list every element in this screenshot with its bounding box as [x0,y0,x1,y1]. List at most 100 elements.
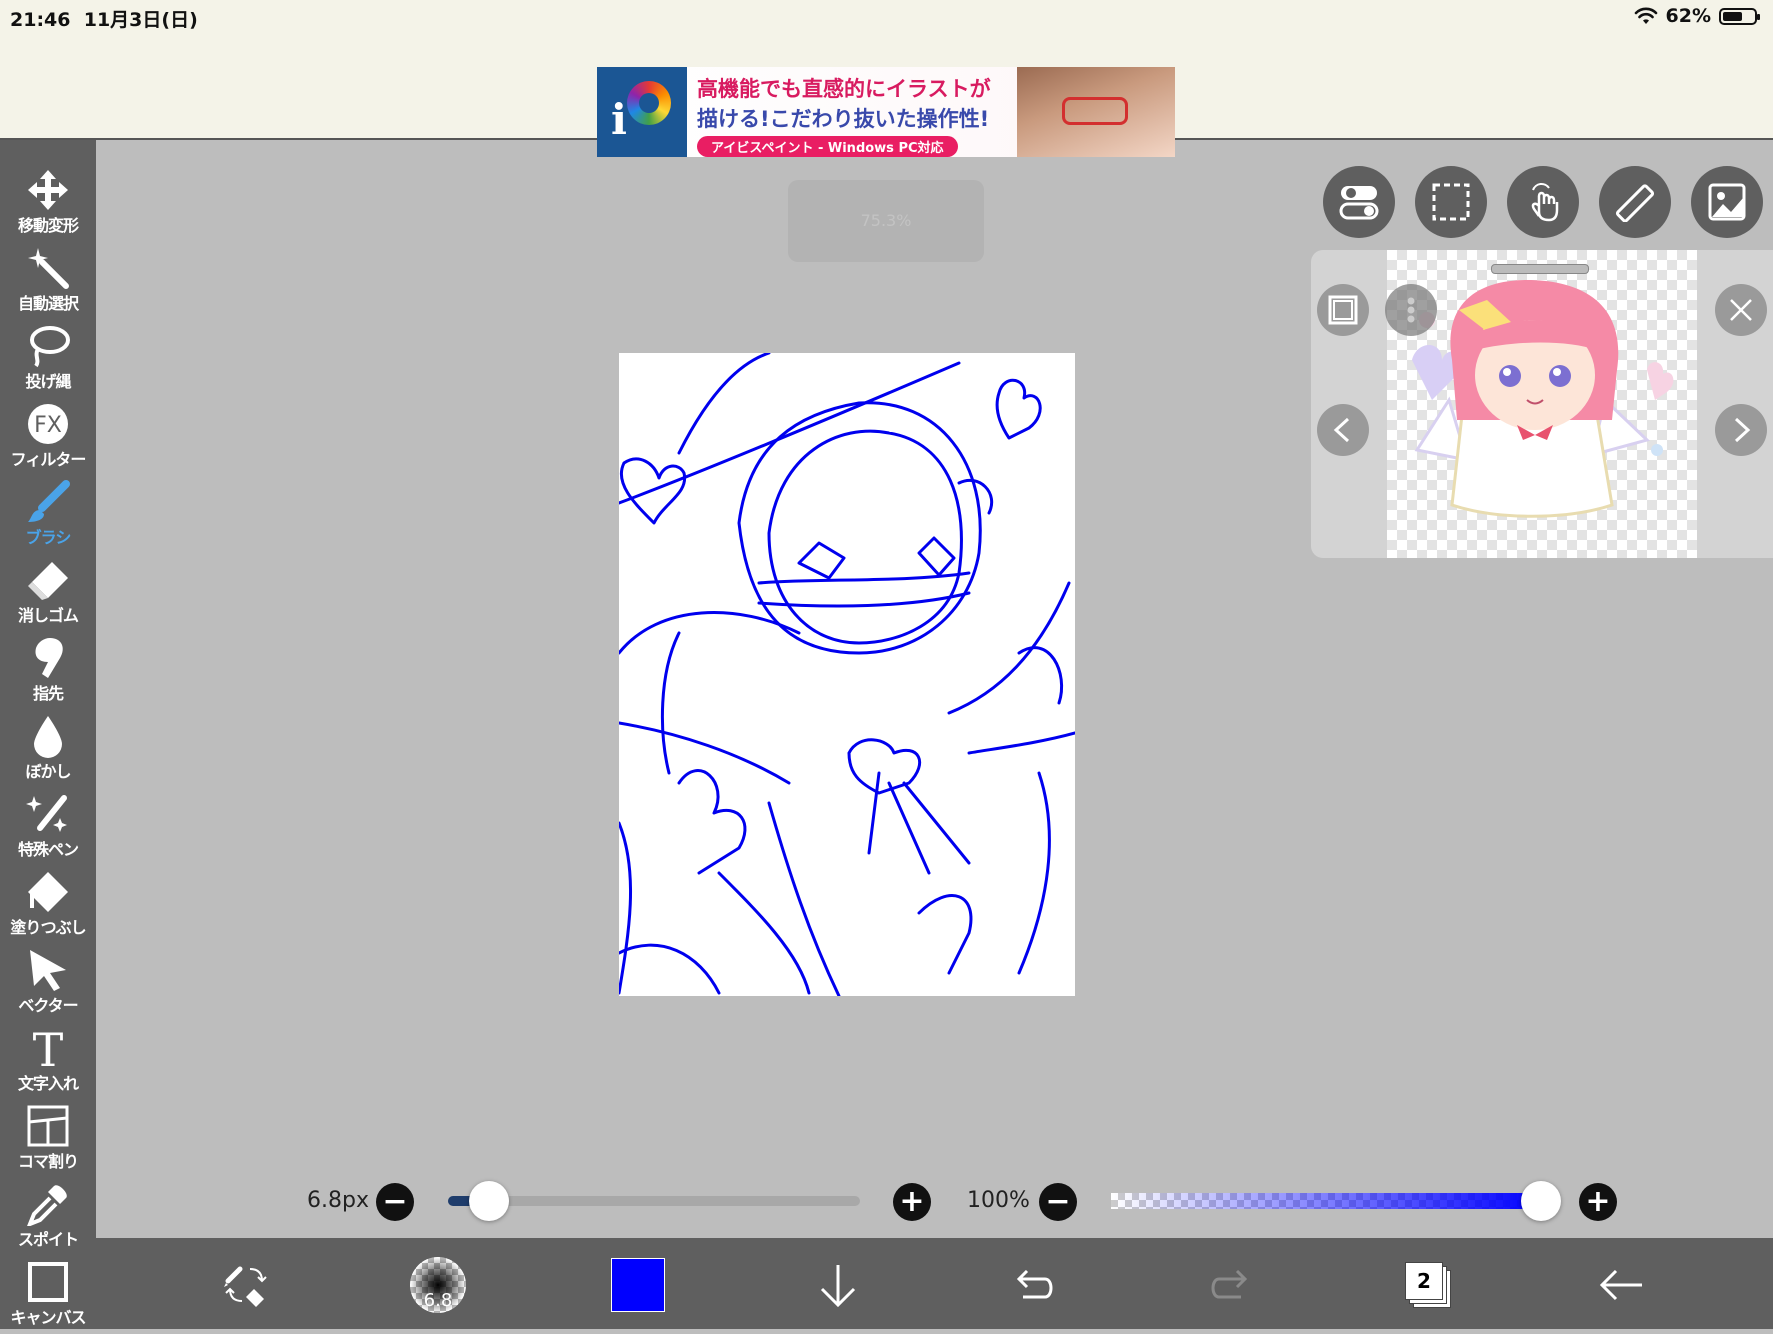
reference-image-icon [1708,183,1746,221]
minus-icon: − [382,1184,408,1219]
close-icon [1730,299,1752,321]
tool-magic-wand[interactable]: 自動選択 [0,242,96,320]
tool-lasso[interactable]: 投げ縄 [0,320,96,398]
ruler-icon [1615,184,1655,222]
lasso-icon [30,326,70,368]
magic-wand-icon [28,248,69,289]
ref-more-button[interactable] [1385,284,1437,336]
tool-text[interactable]: T 文字入れ [0,1022,96,1100]
tool-move[interactable]: 移動変形 [0,164,96,242]
ad-headline: 高機能でも直感的にイラストが [697,77,991,101]
canvas-icon [28,1262,68,1302]
drawing-canvas[interactable] [619,353,1075,996]
chevron-right-icon [1734,417,1751,443]
tool-switch-button[interactable] [216,1258,276,1312]
wifi-icon [1634,7,1657,24]
tool-fill[interactable]: 塗りつぶし [0,866,96,944]
sketch-drawing [619,353,1075,996]
tool-frame[interactable]: コマ割り [0,1100,96,1178]
zoom-indicator: 75.3% [788,180,984,262]
special-pen-icon [26,795,67,832]
text-t-icon: T [33,1026,64,1070]
undo-icon [1016,1269,1053,1299]
cursor-arrow-icon [30,950,66,991]
reference-window-button[interactable] [1691,166,1763,238]
ref-prev-button[interactable] [1317,404,1369,456]
layers-icon: 2 [1405,1262,1451,1308]
ad-banner[interactable]: i 高機能でも直感的にイラストが 描ける!こだわり抜いた操作性! アイビスペイン… [597,67,1175,157]
ref-next-button[interactable] [1715,404,1767,456]
smudge-icon [35,638,63,678]
brush-preview-button[interactable]: 6.8 [408,1257,468,1313]
more-dots-icon [1407,297,1415,323]
tool-smudge[interactable]: 指先 [0,632,96,710]
frame-square-icon [1328,295,1358,325]
svg-text:T: T [33,1026,64,1070]
tool-sidebar: 移動変形 自動選択 投げ縄 FX フィルター ブラシ 消しゴム 指先 ぼかし 特… [0,140,96,1329]
reference-window [1311,250,1773,558]
toggle-switch-button[interactable] [1323,166,1395,238]
tool-eyedropper[interactable]: スポイト [0,1178,96,1256]
layers-button[interactable]: 2 [1398,1258,1458,1312]
fx-icon: FX [28,404,68,444]
brush-size-plus-button[interactable]: + [893,1183,931,1221]
opacity-knob[interactable] [1521,1181,1561,1221]
ref-frame-button[interactable] [1317,284,1369,336]
redo-icon [1211,1269,1248,1299]
tool-eraser[interactable]: 消しゴム [0,554,96,632]
blur-drop-icon [34,716,62,758]
svg-text:FX: FX [34,413,62,438]
brush-eraser-swap-icon [224,1266,267,1307]
back-button[interactable] [1592,1258,1652,1312]
brush-size-slider[interactable] [448,1196,860,1206]
battery-icon [1719,7,1760,25]
arrow-down-icon [820,1265,856,1308]
layer-count: 2 [1417,1269,1431,1293]
opacity-fill [1111,1193,1541,1209]
ref-close-button[interactable] [1715,284,1767,336]
eyedropper-icon [27,1185,67,1226]
brush-size-knob[interactable] [469,1181,509,1221]
plus-icon: + [899,1184,925,1219]
layer-down-button[interactable] [808,1258,868,1312]
ad-tag: アイビスペイント - Windows PC対応 [697,136,958,157]
battery-percent: 62% [1665,5,1711,27]
ad-character-art [1017,67,1175,157]
tool-filter[interactable]: FX フィルター [0,398,96,476]
fill-bucket-icon [28,872,68,912]
move-icon [28,170,68,210]
brush-size-minus-button[interactable]: − [376,1183,414,1221]
ibispaint-logo-icon: i [597,67,687,157]
ad-bar: i 高機能でも直感的にイラストが 描ける!こだわり抜いた操作性! アイビスペイン… [0,34,1773,157]
touch-button[interactable] [1507,166,1579,238]
undo-button[interactable] [1004,1258,1064,1312]
brush-preview-value: 6.8 [423,1290,453,1311]
status-bar: 21:46 11月3日(日) 62% [0,0,1773,34]
tool-brush[interactable]: ブラシ [0,476,96,554]
status-clock: 21:46 11月3日(日) [10,9,198,31]
tool-canvas[interactable]: キャンバス [0,1256,96,1334]
color-button[interactable] [608,1258,668,1312]
opacity-slider[interactable] [1111,1193,1541,1209]
tool-special-pen[interactable]: 特殊ペン [0,788,96,866]
minus-icon: − [1045,1184,1071,1219]
selection-button[interactable] [1415,166,1487,238]
selection-rect-icon [1432,183,1470,221]
frame-divider-icon [27,1105,69,1147]
tool-blur[interactable]: ぼかし [0,710,96,788]
opacity-plus-button[interactable]: + [1579,1183,1617,1221]
color-swatch [611,1258,665,1312]
ruler-button[interactable] [1599,166,1671,238]
bottom-toolbar: 6.8 2 [96,1238,1773,1329]
status-right: 62% [1634,5,1760,27]
plus-icon: + [1585,1184,1611,1219]
toggle-switch-icon [1339,186,1379,220]
brush-size-value: 6.8px [307,1188,369,1213]
opacity-value: 100% [967,1188,1030,1213]
brush-icon [28,480,70,522]
arrow-left-icon [1599,1269,1642,1301]
opacity-minus-button[interactable]: − [1039,1183,1077,1221]
tool-vector[interactable]: ベクター [0,944,96,1022]
eraser-icon [28,562,68,600]
redo-button[interactable] [1200,1258,1260,1312]
